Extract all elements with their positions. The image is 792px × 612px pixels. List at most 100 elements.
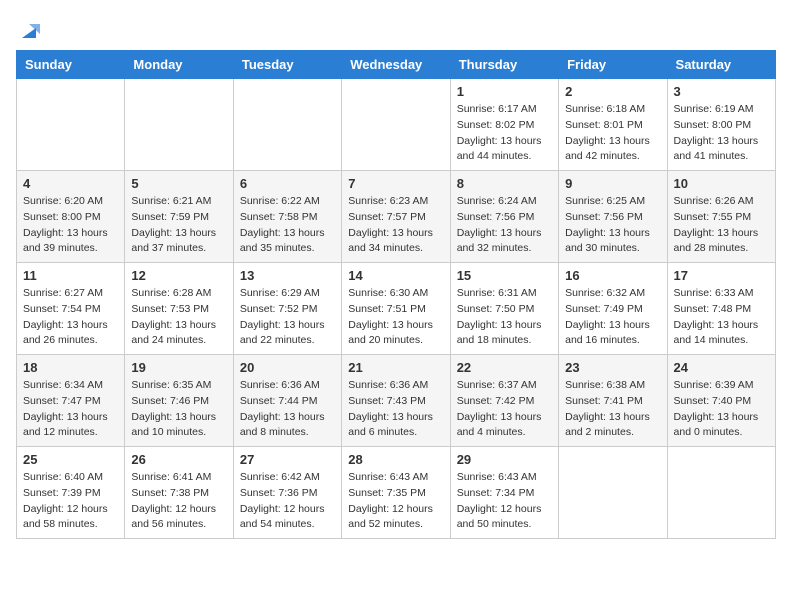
day-number: 14 [348,268,443,283]
day-info: Sunrise: 6:40 AMSunset: 7:39 PMDaylight:… [23,470,118,533]
day-number: 23 [565,360,660,375]
day-info: Sunrise: 6:42 AMSunset: 7:36 PMDaylight:… [240,470,335,533]
page-header [16,16,776,42]
weekday-header-saturday: Saturday [667,51,775,79]
calendar-cell: 6 Sunrise: 6:22 AMSunset: 7:58 PMDaylight… [233,171,341,263]
day-info: Sunrise: 6:34 AMSunset: 7:47 PMDaylight:… [23,378,118,441]
calendar-cell: 20 Sunrise: 6:36 AMSunset: 7:44 PMDayligh… [233,355,341,447]
day-number: 6 [240,176,335,191]
day-info: Sunrise: 6:43 AMSunset: 7:35 PMDaylight:… [348,470,443,533]
calendar-cell [559,447,667,539]
calendar-cell: 14 Sunrise: 6:30 AMSunset: 7:51 PMDayligh… [342,263,450,355]
calendar-cell: 3 Sunrise: 6:19 AMSunset: 8:00 PMDaylight… [667,79,775,171]
day-number: 5 [131,176,226,191]
day-number: 12 [131,268,226,283]
day-number: 16 [565,268,660,283]
calendar-cell: 15 Sunrise: 6:31 AMSunset: 7:50 PMDayligh… [450,263,558,355]
calendar-cell: 2Sunrise: 6:18 AMSunset: 8:01 PMDaylight… [559,79,667,171]
day-info: Sunrise: 6:30 AMSunset: 7:51 PMDaylight:… [348,286,443,349]
day-number: 20 [240,360,335,375]
logo-icon [18,20,40,42]
calendar-cell: 16 Sunrise: 6:32 AMSunset: 7:49 PMDayligh… [559,263,667,355]
day-number: 17 [674,268,769,283]
day-number: 22 [457,360,552,375]
day-info: Sunrise: 6:38 AMSunset: 7:41 PMDaylight:… [565,378,660,441]
calendar-cell: 27 Sunrise: 6:42 AMSunset: 7:36 PMDayligh… [233,447,341,539]
day-info: Sunrise: 6:33 AMSunset: 7:48 PMDaylight:… [674,286,769,349]
calendar-cell [342,79,450,171]
day-info: Sunrise: 6:31 AMSunset: 7:50 PMDaylight:… [457,286,552,349]
calendar-cell: 25 Sunrise: 6:40 AMSunset: 7:39 PMDayligh… [17,447,125,539]
day-info: Sunrise: 6:39 AMSunset: 7:40 PMDaylight:… [674,378,769,441]
week-row-2: 4 Sunrise: 6:20 AMSunset: 8:00 PMDaylight… [17,171,776,263]
day-number: 15 [457,268,552,283]
calendar-cell: 13 Sunrise: 6:29 AMSunset: 7:52 PMDayligh… [233,263,341,355]
day-number: 3 [674,84,769,99]
day-number: 21 [348,360,443,375]
calendar-cell: 24 Sunrise: 6:39 AMSunset: 7:40 PMDayligh… [667,355,775,447]
calendar-cell: 28Sunrise: 6:43 AMSunset: 7:35 PMDayligh… [342,447,450,539]
calendar-cell [233,79,341,171]
day-info: Sunrise: 6:35 AMSunset: 7:46 PMDaylight:… [131,378,226,441]
day-number: 9 [565,176,660,191]
day-info: Sunrise: 6:20 AMSunset: 8:00 PMDaylight:… [23,194,118,257]
weekday-header-wednesday: Wednesday [342,51,450,79]
day-info: Sunrise: 6:17 AMSunset: 8:02 PMDaylight:… [457,102,552,165]
calendar-cell: 1Sunrise: 6:17 AMSunset: 8:02 PMDaylight… [450,79,558,171]
day-number: 13 [240,268,335,283]
day-number: 29 [457,452,552,467]
weekday-header-monday: Monday [125,51,233,79]
weekday-header-friday: Friday [559,51,667,79]
calendar-cell: 7 Sunrise: 6:23 AMSunset: 7:57 PMDaylight… [342,171,450,263]
week-row-3: 11Sunrise: 6:27 AMSunset: 7:54 PMDayligh… [17,263,776,355]
calendar-cell: 19 Sunrise: 6:35 AMSunset: 7:46 PMDayligh… [125,355,233,447]
weekday-header-tuesday: Tuesday [233,51,341,79]
day-number: 26 [131,452,226,467]
calendar-table: SundayMondayTuesdayWednesdayThursdayFrid… [16,50,776,539]
day-number: 7 [348,176,443,191]
week-row-4: 18 Sunrise: 6:34 AMSunset: 7:47 PMDayligh… [17,355,776,447]
weekday-header-thursday: Thursday [450,51,558,79]
calendar-cell [667,447,775,539]
calendar-cell: 10 Sunrise: 6:26 AMSunset: 7:55 PMDayligh… [667,171,775,263]
day-info: Sunrise: 6:27 AMSunset: 7:54 PMDaylight:… [23,286,118,349]
day-number: 4 [23,176,118,191]
day-info: Sunrise: 6:28 AMSunset: 7:53 PMDaylight:… [131,286,226,349]
day-info: Sunrise: 6:41 AMSunset: 7:38 PMDaylight:… [131,470,226,533]
weekday-header-sunday: Sunday [17,51,125,79]
day-number: 18 [23,360,118,375]
calendar-cell: 26 Sunrise: 6:41 AMSunset: 7:38 PMDayligh… [125,447,233,539]
day-info: Sunrise: 6:43 AMSunset: 7:34 PMDaylight:… [457,470,552,533]
day-info: Sunrise: 6:26 AMSunset: 7:55 PMDaylight:… [674,194,769,257]
day-info: Sunrise: 6:32 AMSunset: 7:49 PMDaylight:… [565,286,660,349]
day-number: 19 [131,360,226,375]
calendar-cell: 18 Sunrise: 6:34 AMSunset: 7:47 PMDayligh… [17,355,125,447]
calendar-cell: 9 Sunrise: 6:25 AMSunset: 7:56 PMDaylight… [559,171,667,263]
calendar-cell: 23 Sunrise: 6:38 AMSunset: 7:41 PMDayligh… [559,355,667,447]
week-row-1: 1Sunrise: 6:17 AMSunset: 8:02 PMDaylight… [17,79,776,171]
day-number: 10 [674,176,769,191]
day-info: Sunrise: 6:37 AMSunset: 7:42 PMDaylight:… [457,378,552,441]
calendar-cell: 11Sunrise: 6:27 AMSunset: 7:54 PMDayligh… [17,263,125,355]
day-info: Sunrise: 6:23 AMSunset: 7:57 PMDaylight:… [348,194,443,257]
calendar-cell: 22 Sunrise: 6:37 AMSunset: 7:42 PMDayligh… [450,355,558,447]
day-number: 24 [674,360,769,375]
calendar-cell: 21 Sunrise: 6:36 AMSunset: 7:43 PMDayligh… [342,355,450,447]
day-info: Sunrise: 6:29 AMSunset: 7:52 PMDaylight:… [240,286,335,349]
day-info: Sunrise: 6:22 AMSunset: 7:58 PMDaylight:… [240,194,335,257]
calendar-cell: 12 Sunrise: 6:28 AMSunset: 7:53 PMDayligh… [125,263,233,355]
day-number: 8 [457,176,552,191]
day-info: Sunrise: 6:36 AMSunset: 7:43 PMDaylight:… [348,378,443,441]
calendar-cell: 17 Sunrise: 6:33 AMSunset: 7:48 PMDayligh… [667,263,775,355]
day-info: Sunrise: 6:25 AMSunset: 7:56 PMDaylight:… [565,194,660,257]
week-row-5: 25 Sunrise: 6:40 AMSunset: 7:39 PMDayligh… [17,447,776,539]
calendar-cell: 5Sunrise: 6:21 AMSunset: 7:59 PMDaylight… [125,171,233,263]
calendar-cell: 4 Sunrise: 6:20 AMSunset: 8:00 PMDaylight… [17,171,125,263]
calendar-cell: 8Sunrise: 6:24 AMSunset: 7:56 PMDaylight… [450,171,558,263]
weekday-header-row: SundayMondayTuesdayWednesdayThursdayFrid… [17,51,776,79]
day-info: Sunrise: 6:19 AMSunset: 8:00 PMDaylight:… [674,102,769,165]
day-number: 27 [240,452,335,467]
day-number: 25 [23,452,118,467]
logo [16,20,40,42]
day-info: Sunrise: 6:36 AMSunset: 7:44 PMDaylight:… [240,378,335,441]
